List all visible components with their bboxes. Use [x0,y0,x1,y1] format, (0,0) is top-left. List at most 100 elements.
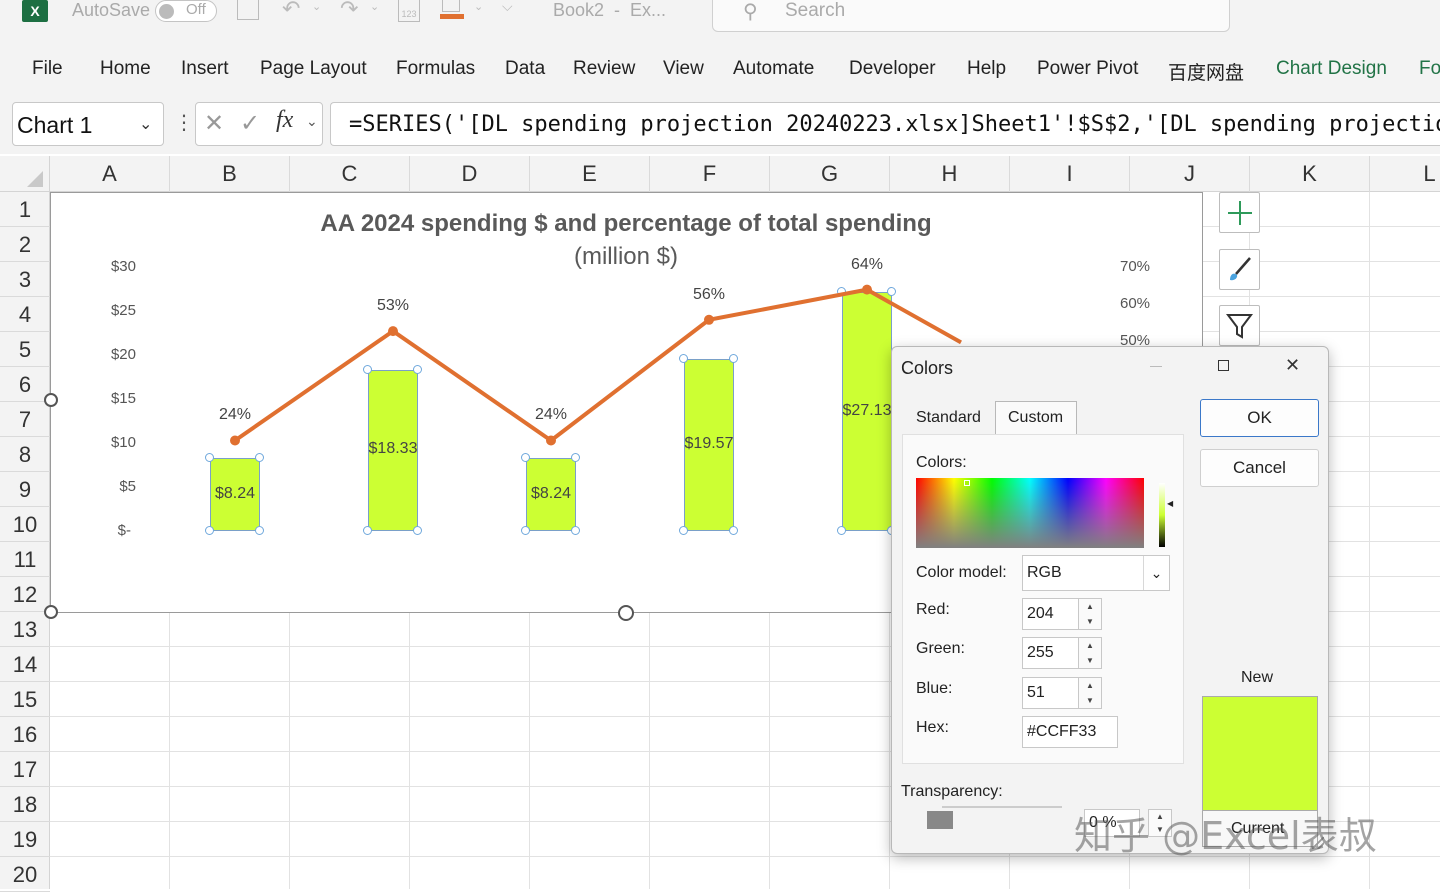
cancel-button[interactable]: Cancel [1200,449,1319,487]
tab-format[interactable]: Fo [1419,58,1440,80]
select-all-corner[interactable] [0,156,50,192]
cancel-entry-icon[interactable]: ✕ [204,109,224,138]
row-header[interactable]: 13 [0,612,50,647]
save-icon[interactable] [237,0,259,20]
fill-color-icon[interactable] [440,0,464,20]
tab-home[interactable]: Home [100,58,151,80]
column-header[interactable]: L [1370,156,1440,192]
transparency-slider-track[interactable] [942,806,1062,808]
row-header[interactable]: 18 [0,787,50,822]
line-point[interactable] [388,326,398,337]
bar-data-label[interactable]: $27.13 [837,402,897,420]
chart-elements-button[interactable] [1219,192,1260,233]
tab-help[interactable]: Help [967,58,1006,80]
red-input[interactable]: 204 [1022,598,1080,630]
row-header[interactable]: 8 [0,437,50,472]
tab-power-pivot[interactable]: Power Pivot [1037,58,1138,80]
resize-handle[interactable] [44,605,58,619]
tab-view[interactable]: View [663,58,704,80]
row-header[interactable]: 10 [0,507,50,542]
tab-data[interactable]: Data [505,58,545,80]
percentage-data-label[interactable]: 56% [679,286,739,304]
row-header[interactable]: 11 [0,542,50,577]
resize-handle[interactable] [44,393,58,407]
row-header[interactable]: 19 [0,822,50,857]
line-point[interactable] [862,284,872,295]
row-header[interactable]: 2 [0,227,50,262]
minimize-icon[interactable] [1150,366,1162,367]
autosave-toggle[interactable]: Off [155,0,217,22]
column-header[interactable]: D [410,156,530,192]
more-options-icon[interactable]: ⋮ [174,110,194,135]
row-header[interactable]: 14 [0,647,50,682]
tab-insert[interactable]: Insert [181,58,229,80]
transparency-slider-thumb[interactable] [927,811,953,829]
line-point[interactable] [704,314,714,325]
column-header[interactable]: F [650,156,770,192]
row-header[interactable]: 20 [0,857,50,892]
tab-custom[interactable]: Custom [995,401,1077,434]
row-header[interactable]: 9 [0,472,50,507]
tab-page-layout[interactable]: Page Layout [260,58,367,80]
bar-data-label[interactable]: $8.24 [205,485,265,503]
tab-baidu-netdisk[interactable]: 百度网盘 [1168,58,1244,85]
row-header[interactable]: 3 [0,262,50,297]
color-spectrum-picker[interactable] [916,478,1144,548]
row-header[interactable]: 12 [0,577,50,612]
row-header[interactable]: 7 [0,402,50,437]
luminance-pointer-icon[interactable]: ◀ [1167,499,1173,508]
color-model-select[interactable]: RGB ⌄ [1022,555,1170,591]
column-header[interactable]: K [1250,156,1370,192]
column-header[interactable]: I [1010,156,1130,192]
bar-data-label[interactable]: $19.57 [679,435,739,453]
search-box[interactable]: ⚲ Search [712,0,1230,32]
row-header[interactable]: 4 [0,297,50,332]
tab-formulas[interactable]: Formulas [396,58,475,80]
green-input[interactable]: 255 [1022,637,1080,669]
hex-input[interactable]: #CCFF33 [1022,716,1118,748]
bar-data-label[interactable]: $8.24 [521,485,581,503]
ok-button[interactable]: OK [1200,399,1319,437]
tab-file[interactable]: File [32,58,63,80]
column-header[interactable]: G [770,156,890,192]
tab-developer[interactable]: Developer [849,58,936,80]
percentage-data-label[interactable]: 24% [205,406,265,424]
row-header[interactable]: 16 [0,717,50,752]
column-header[interactable]: J [1130,156,1250,192]
redo-icon[interactable]: ↷ [340,0,358,22]
line-point[interactable] [546,435,556,446]
formula-input[interactable]: =SERIES('[DL spending projection 2024022… [330,102,1440,146]
column-header[interactable]: H [890,156,1010,192]
tab-standard[interactable]: Standard [916,409,981,427]
row-header[interactable]: 6 [0,367,50,402]
customize-toolbar-icon[interactable]: ⌵ [502,0,513,15]
fill-color-dropdown-icon[interactable]: ⌄ [474,0,483,13]
undo-icon[interactable]: ↶ [282,0,300,22]
column-header[interactable]: E [530,156,650,192]
bar-data-label[interactable]: $18.33 [363,440,423,458]
name-box[interactable]: Chart 1 ⌄ [12,102,164,146]
chevron-down-icon[interactable]: ⌄ [139,114,152,134]
resize-handle[interactable] [618,605,634,621]
row-header[interactable]: 5 [0,332,50,367]
maximize-icon[interactable] [1218,360,1229,371]
blue-input[interactable]: 51 [1022,677,1080,709]
red-stepper[interactable]: ▲ ▼ [1078,598,1102,630]
row-header[interactable]: 15 [0,682,50,717]
green-stepper[interactable]: ▲ ▼ [1078,637,1102,669]
tab-chart-design[interactable]: Chart Design [1276,58,1387,80]
chart-filters-button[interactable] [1219,305,1260,346]
insert-function-icon[interactable]: fx [276,107,293,134]
column-header[interactable]: C [290,156,410,192]
undo-dropdown-icon[interactable]: ⌄ [312,0,321,13]
tab-review[interactable]: Review [573,58,635,80]
blue-stepper[interactable]: ▲ ▼ [1078,677,1102,709]
row-header[interactable]: 17 [0,752,50,787]
luminance-slider[interactable] [1159,483,1165,547]
tab-automate[interactable]: Automate [733,58,814,80]
percentage-data-label[interactable]: 53% [363,297,423,315]
chart-styles-button[interactable] [1219,249,1260,290]
line-point[interactable] [230,435,240,446]
redo-dropdown-icon[interactable]: ⌄ [370,0,379,13]
percentage-data-label[interactable]: 24% [521,406,581,424]
